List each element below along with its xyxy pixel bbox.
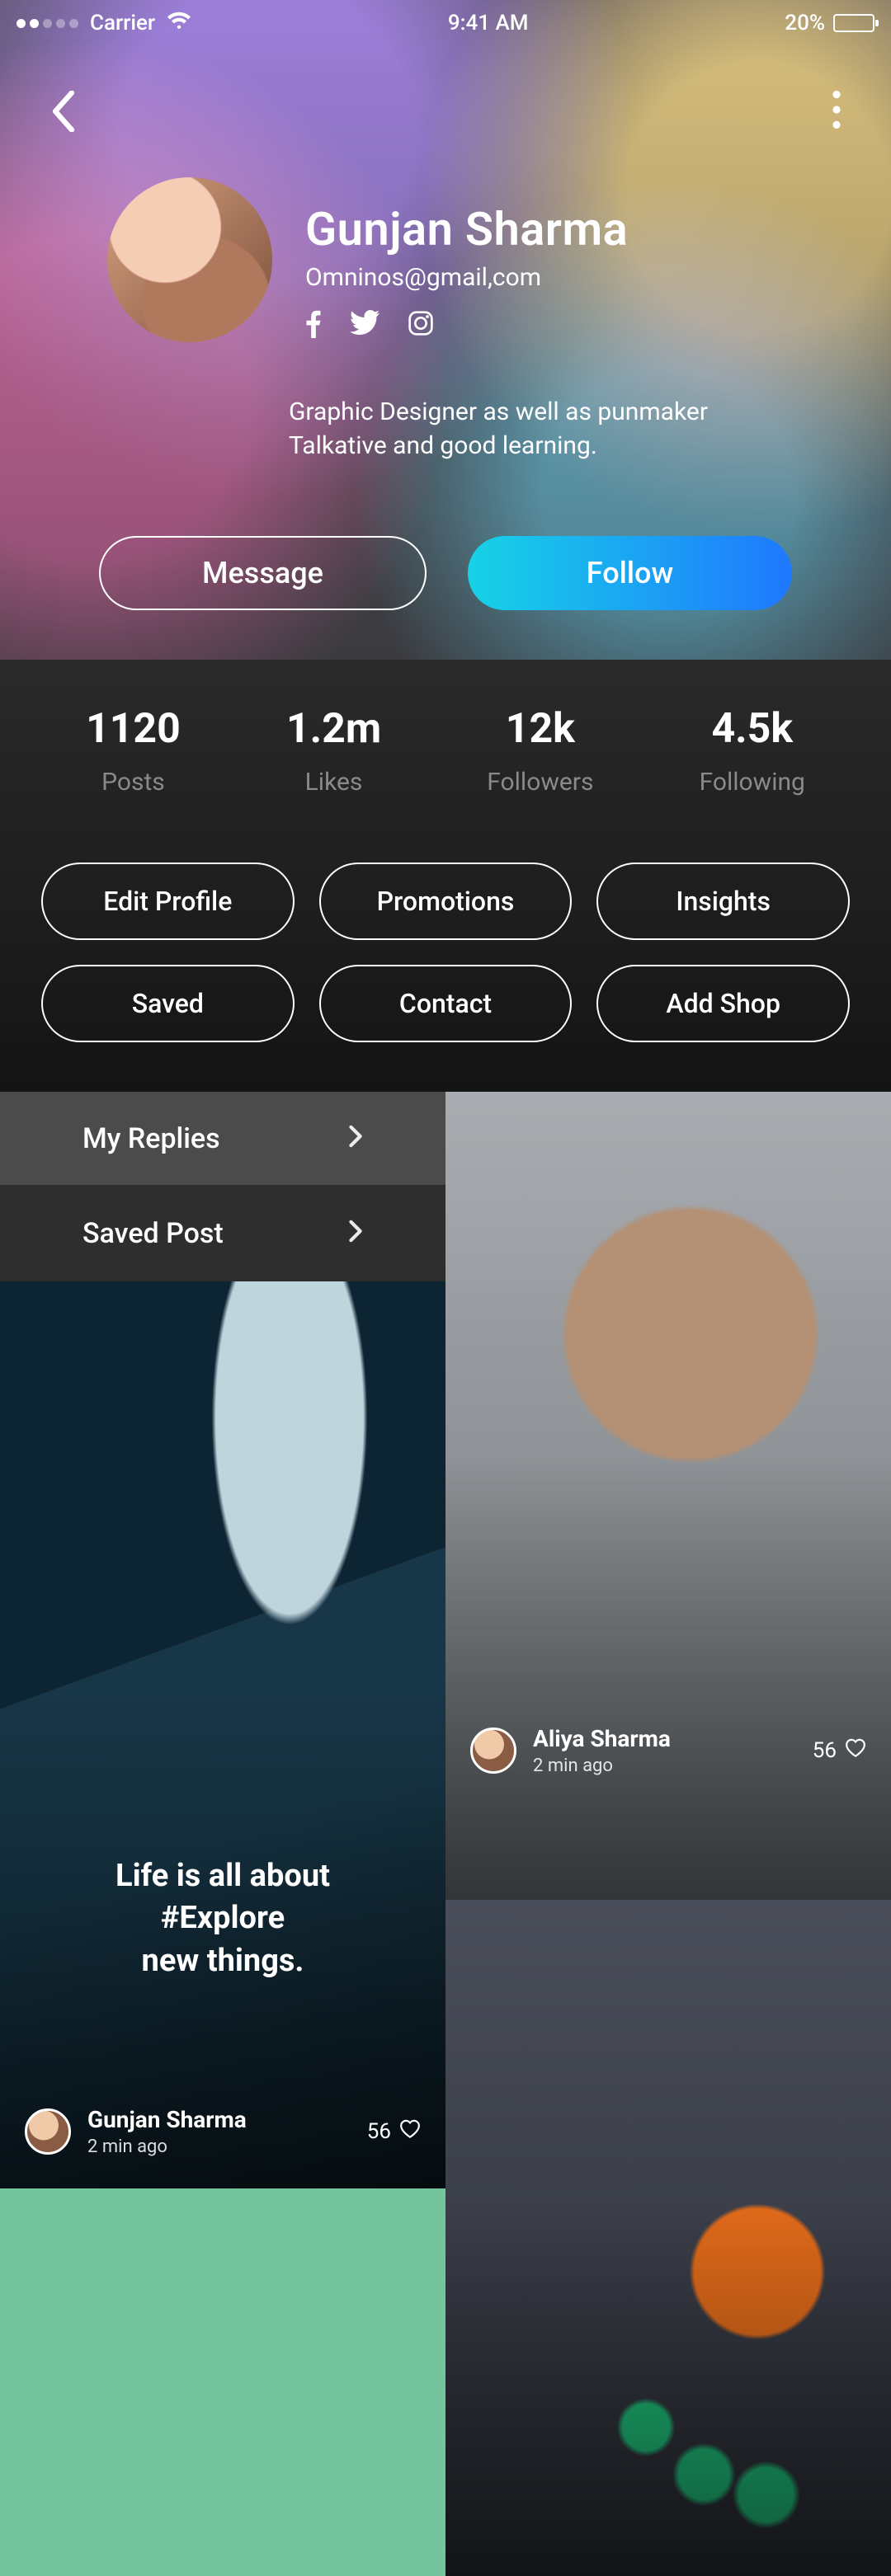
post-card[interactable]: Life is all about #Explore new things. G… [0,1281,446,2188]
chevron-right-icon [348,1122,363,1155]
insights-button[interactable]: Insights [596,863,850,940]
post-like-button[interactable]: 56 [367,2119,421,2145]
more-menu-button[interactable] [832,91,842,132]
carrier-label: Carrier [90,11,155,35]
contact-button[interactable]: Contact [319,965,573,1042]
back-button[interactable] [50,91,78,132]
like-count: 56 [367,2119,391,2144]
saved-button[interactable]: Saved [41,965,295,1042]
status-bar: Carrier 9:41 AM 20% [0,5,891,41]
post-caption: Life is all about #Explore new things. [50,1855,396,1982]
tab-label: Saved Post [82,1217,224,1250]
wifi-icon [167,11,191,35]
profile-cover: Carrier 9:41 AM 20% Gunjan Sharma Omnino… [0,0,891,660]
promotions-button[interactable]: Promotions [319,863,573,940]
post-author-avatar[interactable] [25,2108,71,2155]
post-time: 2 min ago [87,2136,247,2157]
stat-following[interactable]: 4.5k Following [700,705,805,797]
tab-my-replies[interactable]: My Replies [0,1092,446,1187]
post-card[interactable] [446,1900,891,2576]
twitter-icon[interactable] [350,310,380,341]
heart-icon [399,2119,421,2145]
profile-bio: Graphic Designer as well as punmaker Tal… [289,396,833,463]
feed: My Replies Saved Post Life is all about … [0,1092,891,2576]
add-shop-button[interactable]: Add Shop [596,965,850,1042]
profile-email: Omninos@gmail,com [305,263,628,292]
post-card[interactable]: Aliya Sharma 2 min ago 56 [446,1092,891,1900]
stat-likes[interactable]: 1.2m Likes [286,705,381,797]
battery-icon [833,14,874,32]
post-time: 2 min ago [533,1756,671,1776]
tab-saved-post[interactable]: Saved Post [0,1187,446,1281]
post-like-button[interactable]: 56 [813,1738,866,1764]
follow-button[interactable]: Follow [468,536,792,610]
message-button[interactable]: Message [99,536,427,610]
post-card[interactable] [0,2188,446,2576]
tab-label: My Replies [82,1122,220,1155]
stat-followers[interactable]: 12k Followers [487,705,593,797]
avatar[interactable] [107,177,272,342]
clock-label: 9:41 AM [448,11,529,35]
edit-profile-button[interactable]: Edit Profile [41,863,295,940]
chevron-right-icon [348,1217,363,1250]
instagram-icon[interactable] [408,310,434,341]
post-author: Gunjan Sharma [87,2106,247,2133]
stats-panel: 1120 Posts 1.2m Likes 12k Followers 4.5k… [0,660,891,1092]
stat-posts[interactable]: 1120 Posts [86,705,181,797]
battery-percent: 20% [785,11,825,35]
signal-dots-icon [16,19,78,28]
facebook-icon[interactable] [305,310,322,341]
display-name: Gunjan Sharma [305,202,628,256]
like-count: 56 [813,1738,837,1763]
post-author-avatar[interactable] [470,1728,516,1774]
heart-icon [845,1738,866,1764]
post-author: Aliya Sharma [533,1725,671,1752]
